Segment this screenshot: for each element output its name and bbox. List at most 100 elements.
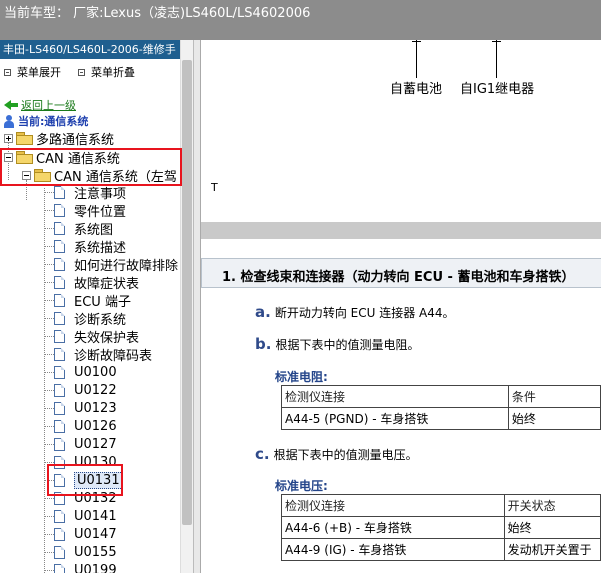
tree-item-page[interactable]: U0127 [54, 435, 117, 453]
tree-item-page[interactable]: 注意事项 [54, 183, 126, 202]
back-link[interactable]: 返回上一级 [4, 97, 76, 113]
tree-item-page[interactable]: U0123 [54, 399, 117, 417]
table-header-cell: 条件 [507, 385, 601, 408]
pane-splitter[interactable] [193, 40, 201, 573]
document-icon [54, 545, 65, 559]
expand-icon [4, 68, 11, 76]
tree-item-page[interactable]: U0199 [54, 561, 117, 573]
expand-toggle-icon[interactable] [4, 133, 13, 143]
tree-item-page[interactable]: U0100 [54, 363, 117, 381]
tree-item-page[interactable]: 系统描述 [54, 237, 126, 256]
table-header-row: 检测仪连接 开关状态 [281, 494, 601, 517]
table-cell: A44-6 (+B) - 车身搭铁 [281, 516, 505, 539]
tree-connector [44, 552, 54, 553]
tree-item-page[interactable]: 诊断故障码表 [54, 345, 152, 364]
tree-connector [44, 318, 54, 319]
collapse-toggle-icon[interactable] [4, 152, 13, 162]
tree-item-page[interactable]: 零件位置 [54, 201, 126, 220]
document-icon [54, 455, 65, 469]
tree-connector [44, 246, 54, 247]
title-bar: 当前车型： 厂家:Lexus（凌志)LS460L/LS4602006 [0, 0, 601, 40]
tree-connector [44, 444, 54, 445]
step-c: c. 根据下表中的值测量电压。 [255, 445, 418, 463]
resistance-title: 标准电阻: [275, 370, 328, 384]
document-icon [54, 473, 65, 487]
tree-connector [44, 480, 54, 481]
tree-item-multiplex[interactable]: 多路通信系统 [4, 129, 114, 148]
table-header-cell: 开关状态 [503, 494, 601, 517]
tree-item-page[interactable]: U0132 [54, 489, 117, 507]
collapse-menu-button[interactable]: 菜单折叠 [78, 64, 135, 80]
divider-bar [201, 222, 601, 239]
tree-connector [44, 336, 54, 337]
tree-item-page[interactable]: U0147 [54, 525, 117, 543]
tree-connector [44, 408, 54, 409]
voltage-title: 标准电压: [275, 479, 328, 493]
section-title: 1. 检查线束和连接器（动力转向 ECU - 蓄电池和车身搭铁） [222, 270, 575, 285]
document-icon [54, 329, 65, 343]
table-cell: 发动机开关置于 [503, 538, 601, 561]
ig1-relay-label: 自IG1继电器 [460, 82, 535, 97]
sidebar-header: 丰田-LS460/LS460L-2006-维修手 [0, 40, 180, 59]
table-cell: 始终 [507, 407, 601, 430]
document-icon [54, 221, 65, 235]
wire-terminal [412, 41, 421, 42]
tree-item-page[interactable]: 故障症状表 [54, 273, 139, 292]
tree-item-page[interactable]: 失效保护表 [54, 327, 139, 346]
document-icon [54, 347, 65, 361]
tree-connector [44, 426, 54, 427]
tree-item-page[interactable]: 系统图 [54, 219, 113, 238]
tree-item-page[interactable]: ECU 端子 [54, 291, 131, 310]
tree-connector [44, 516, 54, 517]
wire-line [496, 40, 497, 78]
document-icon [54, 563, 65, 573]
wire-line [416, 40, 417, 78]
tree-item-page[interactable]: U0141 [54, 507, 117, 525]
battery-label: 自蓄电池 [390, 82, 443, 97]
document-icon [54, 527, 65, 541]
tree-item-page[interactable]: 如何进行故障排除 [54, 255, 178, 274]
tree-item-page[interactable]: U0126 [54, 417, 117, 435]
tree-item-page[interactable]: U0155 [54, 543, 117, 561]
tree-connector [44, 462, 54, 463]
tree-connector [44, 498, 54, 499]
tree-connector [44, 534, 54, 535]
step-b: b. 根据下表中的值测量电阻。 [255, 335, 420, 353]
current-location: 当前:通信系统 [4, 113, 88, 129]
sidebar-scrollbar[interactable] [180, 40, 193, 573]
tree-item-page[interactable]: 诊断系统 [54, 309, 126, 328]
table-header-cell: 检测仪连接 [281, 494, 505, 517]
tree-connector [44, 282, 54, 283]
expand-menu-button[interactable]: 菜单展开 [4, 64, 61, 80]
tree-connector [44, 372, 54, 373]
document-icon [54, 419, 65, 433]
tree-connector [44, 300, 54, 301]
tree-connector [44, 192, 54, 193]
document-icon [54, 185, 65, 199]
scrollbar-thumb[interactable] [182, 60, 192, 525]
tree-item-page[interactable]: U0122 [54, 381, 117, 399]
document-icon [54, 365, 65, 379]
tree-connector [44, 210, 54, 211]
back-arrow-icon [4, 100, 18, 110]
table-header-cell: 检测仪连接 [281, 385, 509, 408]
document-icon [54, 401, 65, 415]
tree-item-can-lhd[interactable]: CAN 通信系统（左驾 [22, 166, 177, 185]
document-icon [54, 491, 65, 505]
tree-connector [44, 354, 54, 355]
document-icon [54, 203, 65, 217]
document-icon [54, 239, 65, 253]
document-icon [54, 293, 65, 307]
tree-item-page[interactable]: U0130 [54, 453, 117, 471]
collapse-toggle-icon[interactable] [22, 170, 31, 180]
tree-connector [44, 390, 54, 391]
tree-item-selected[interactable]: U0131 [54, 471, 123, 489]
step-a: a. 断开动力转向 ECU 连接器 A44。 [255, 303, 455, 321]
tree-item-can[interactable]: CAN 通信系统 [4, 148, 120, 167]
table-row: A44-6 (+B) - 车身搭铁 始终 [281, 516, 601, 539]
table-cell: 始终 [503, 516, 601, 539]
tree-connector [44, 570, 54, 571]
tree-connector [44, 264, 54, 265]
user-icon [4, 114, 14, 128]
document-icon [54, 311, 65, 325]
